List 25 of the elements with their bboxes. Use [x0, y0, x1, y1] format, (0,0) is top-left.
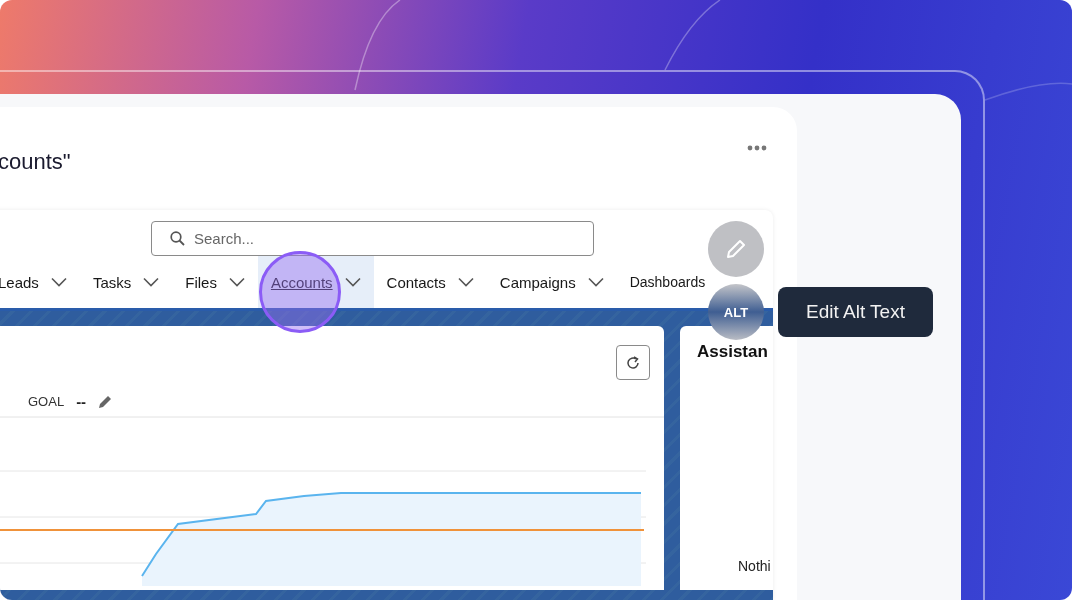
- nav-tab[interactable]: Files: [172, 256, 258, 308]
- more-options-icon[interactable]: [747, 145, 767, 151]
- tooltip: Edit Alt Text: [778, 287, 933, 337]
- chevron-down-icon[interactable]: [228, 277, 245, 287]
- nav-tab[interactable]: Campaigns: [486, 256, 617, 308]
- chevron-down-icon[interactable]: [457, 277, 474, 287]
- search-icon: [170, 231, 185, 246]
- chevron-down-icon[interactable]: [143, 277, 160, 287]
- nav-tab[interactable]: Accounts: [257, 256, 374, 308]
- assistant-title: Assistan: [697, 342, 769, 362]
- nav-tab[interactable]: Leads: [0, 256, 80, 308]
- refresh-button[interactable]: [616, 345, 650, 380]
- nav-tab[interactable]: Dashboards: [616, 256, 706, 308]
- chevron-down-icon[interactable]: [50, 277, 67, 287]
- chevron-down-icon[interactable]: [587, 277, 604, 287]
- pencil-icon[interactable]: [98, 393, 114, 409]
- assistant-message: Nothi: [737, 558, 772, 574]
- refresh-icon: [625, 354, 641, 371]
- nav-tab[interactable]: Contacts: [373, 256, 487, 308]
- nav-tab[interactable]: Tasks: [79, 256, 173, 308]
- goal-label: GOAL: [28, 393, 65, 409]
- chevron-down-icon[interactable]: [344, 277, 361, 287]
- search-field[interactable]: Search...: [151, 221, 594, 256]
- pencil-icon: [724, 237, 748, 261]
- goal-value: --: [76, 392, 87, 410]
